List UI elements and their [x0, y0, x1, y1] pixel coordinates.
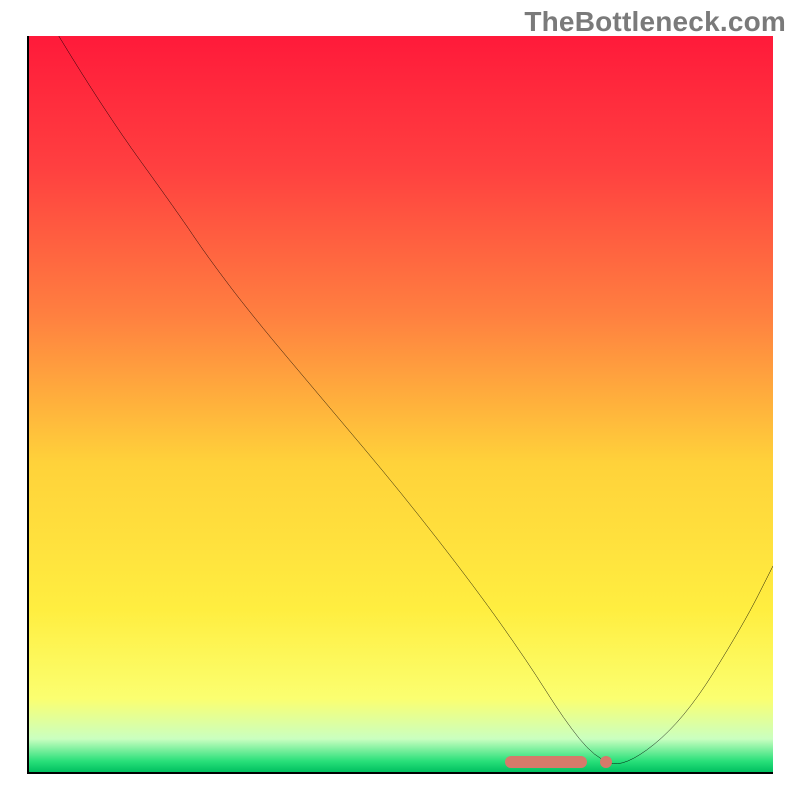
optimal-point-dot: [600, 756, 612, 768]
watermark-text: TheBottleneck.com: [524, 6, 786, 38]
background-gradient: [29, 36, 773, 772]
plot-area: [27, 36, 773, 774]
optimal-range-bar: [505, 756, 587, 768]
